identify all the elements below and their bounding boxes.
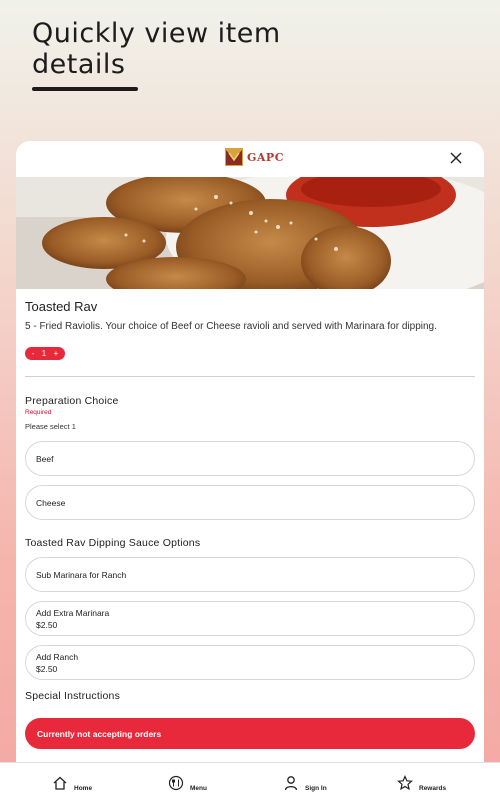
not-accepting-orders-banner: Currently not accepting orders: [25, 718, 475, 749]
option-price: $2.50: [36, 663, 58, 674]
nav-label-sign-in: Sign In: [305, 785, 327, 792]
option-beef[interactable]: Beef: [25, 441, 475, 476]
option-cheese[interactable]: Cheese: [25, 485, 475, 520]
brand-logo: GAPC: [224, 147, 284, 167]
option-label: Add Extra Marinara: [36, 607, 110, 618]
home-icon: [53, 776, 67, 790]
option-label: Sub Marinara for Ranch: [36, 569, 127, 580]
nav-label-rewards: Rewards: [419, 785, 447, 792]
quantity-value: 1: [41, 349, 47, 358]
nav-label-home: Home: [74, 785, 93, 792]
preparation-title: Preparation Choice: [25, 395, 119, 407]
modal-header: GAPC: [16, 141, 484, 177]
option-label: Cheese: [36, 497, 66, 508]
nav-rewards[interactable]: Rewards: [397, 767, 446, 792]
nav-sign-in[interactable]: Sign In: [283, 767, 327, 792]
person-icon: [284, 776, 298, 791]
required-label: Required: [25, 409, 52, 416]
item-detail-modal: GAPC Toasted Rav 5 - Fried Raviolis. You…: [16, 141, 484, 800]
logo-text: GAPC: [247, 150, 284, 164]
status-message: Currently not accepting orders: [37, 728, 162, 739]
item-description: 5 - Fried Raviolis. Your choice of Beef …: [25, 321, 437, 332]
nav-menu[interactable]: Menu: [168, 767, 207, 792]
option-price: $2.50: [36, 619, 58, 630]
logo-mark-icon: [225, 148, 243, 166]
select-hint: Please select 1: [25, 422, 76, 431]
item-title: Toasted Rav: [25, 299, 98, 314]
divider: [25, 376, 475, 377]
decrement-button[interactable]: -: [32, 349, 35, 358]
close-icon[interactable]: [448, 150, 464, 166]
option-add-extra-marinara[interactable]: Add Extra Marinara $2.50: [25, 601, 475, 636]
promo-title: Quickly view item details: [32, 18, 281, 80]
sauce-options-title: Toasted Rav Dipping Sauce Options: [25, 537, 201, 549]
option-add-ranch[interactable]: Add Ranch $2.50: [25, 645, 475, 680]
item-photo: [16, 177, 484, 289]
promo-title-line2: details: [32, 49, 126, 80]
bottom-nav: Home Menu Sign In Rewards: [0, 762, 500, 800]
option-sub-marinara-for-ranch[interactable]: Sub Marinara for Ranch: [25, 557, 475, 592]
increment-button[interactable]: +: [54, 349, 59, 358]
menu-icon: [168, 775, 184, 791]
quantity-stepper: - 1 +: [25, 347, 65, 360]
option-label: Beef: [36, 453, 54, 464]
star-icon: [397, 775, 413, 791]
promo-underline: [32, 87, 138, 91]
nav-label-menu: Menu: [190, 785, 207, 792]
promo-title-line1: Quickly view item: [32, 18, 281, 49]
special-instructions-title: Special Instructions: [25, 690, 121, 702]
nav-home[interactable]: Home: [52, 767, 92, 792]
option-label: Add Ranch: [36, 651, 79, 662]
